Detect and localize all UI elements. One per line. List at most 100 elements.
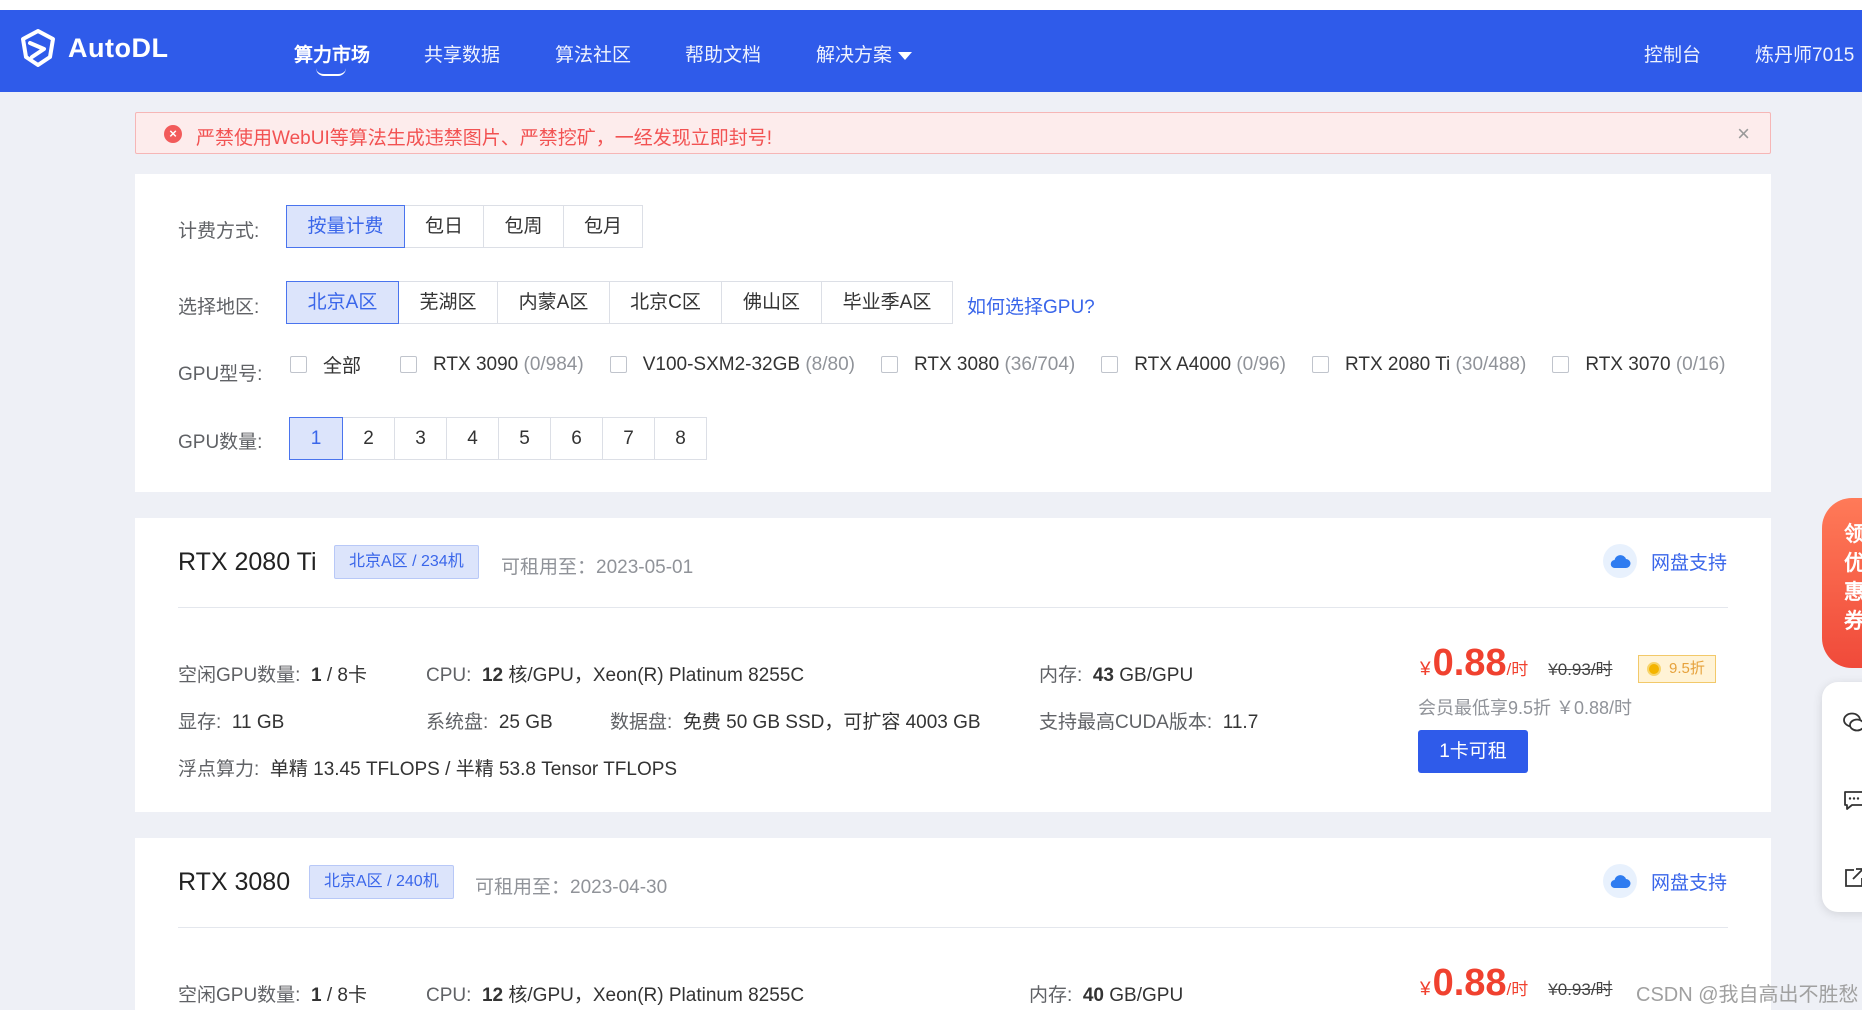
region-option-foshan[interactable]: 佛山区 [721,281,822,324]
spec-label: 空闲GPU数量: [178,665,301,686]
region-option-graduation-a[interactable]: 毕业季A区 [821,281,953,324]
gpu-type-checkbox-rtx2080ti[interactable]: RTX 2080 Ti (30/488) [1312,354,1526,376]
price-value: 0.88 [1432,642,1507,684]
top-nav: AutoDL 算力市场 共享数据 算法社区 帮助文档 解决方案 控制台 炼丹师7… [0,10,1862,92]
gpu-count-option[interactable]: 6 [550,417,603,460]
active-nav-indicator [316,68,346,76]
memory-spec: 内存: 40 GB/GPU [1029,980,1183,1007]
gpu-type-name: 全部 [323,356,362,377]
gpu-type-name: RTX A4000 [1134,353,1232,375]
nav-item-shared-data[interactable]: 共享数据 [424,40,500,67]
cpu-spec: CPU: 12 核/GPU，Xeon(R) Platinum 8255C [426,660,804,687]
region-option-wuhu[interactable]: 芜湖区 [398,281,498,324]
disk-support-label: 网盘支持 [1650,552,1727,574]
gpu-type-name: RTX 3080 [913,353,1000,375]
filter-panel: 计费方式: 按量计费 包日 包周 包月 选择地区: 北京A区 芜湖区 内蒙A区 … [135,174,1771,492]
rent-button[interactable]: 1卡可租 [1418,730,1528,773]
flops-spec: 浮点算力: 单精 13.45 TFLOPS / 半精 53.8 Tensor T… [178,754,677,781]
logo-text: AutoDL [68,32,169,63]
autodl-logo-icon [21,29,55,67]
wechat-icon[interactable] [1842,710,1862,734]
browser-top-strip [0,0,1862,10]
billing-option-monthly[interactable]: 包月 [563,205,643,248]
nav-item-solutions[interactable]: 解决方案 [816,40,913,67]
available-until: 可租用至：2023-04-30 [475,877,668,898]
checkbox-icon [400,356,418,373]
cuda-spec: 支持最高CUDA版本: 11.7 [1039,707,1258,734]
gpu-count-option[interactable]: 3 [394,417,447,460]
vram-spec: 显存: 11 GB [178,707,284,734]
cloud-icon [1602,544,1637,578]
gpu-type-checkbox-all[interactable]: 全部 [290,351,361,378]
gpu-type-count: (30/488) [1455,353,1527,375]
nav-label: 算力市场 [294,45,371,66]
cpu-detail: 核/GPU，Xeon(R) Platinum 8255C [503,985,805,1006]
nav-item-compute-market[interactable]: 算力市场 [294,40,371,76]
spec-label: 内存: [1029,985,1073,1006]
nav-item-algo-community[interactable]: 算法社区 [555,40,631,67]
price-block: ¥ 0.88 /时 ¥0.93/时 [1420,642,1613,685]
gpu-count-option[interactable]: 8 [654,417,707,460]
close-icon[interactable]: × [1737,121,1750,147]
billing-option-daily[interactable]: 包日 [404,205,484,248]
gpu-type-checkbox-rtx3070[interactable]: RTX 3070 (0/16) [1552,354,1725,376]
checkbox-icon [1312,356,1329,373]
region-option-beijing-a[interactable]: 北京A区 [286,281,399,324]
region-tag: 北京A区 / 240机 [309,865,454,899]
idle-gpu-value: 1 [311,665,322,686]
gpu-count-option[interactable]: 5 [498,417,551,460]
cpu-spec: CPU: 12 核/GPU，Xeon(R) Platinum 8255C [426,980,804,1007]
billing-option-payg[interactable]: 按量计费 [286,205,405,248]
gpu-type-checkbox-rtx3080[interactable]: RTX 3080 (36/704) [880,353,1075,376]
gpu-count-option[interactable]: 7 [602,417,655,460]
gpu-type-name: V100-SXM2-32GB [642,353,801,375]
gpu-type-checkbox-v100[interactable]: V100-SXM2-32GB (8/80) [609,353,855,376]
gpu-type-count: (0/96) [1236,353,1286,375]
gpu-count-option[interactable]: 1 [289,417,343,460]
region-option-beijing-c[interactable]: 北京C区 [609,281,722,324]
price-value: 0.88 [1432,962,1507,1004]
autodl-logo[interactable]: AutoDL [20,29,168,67]
spec-label: 支持最高CUDA版本: [1039,712,1213,733]
spec-label: 空闲GPU数量: [178,985,301,1006]
console-link[interactable]: 控制台 [1644,40,1701,67]
disk-support-link[interactable]: 网盘支持 [1602,544,1727,578]
coupon-floating-tab[interactable]: 领 优 惠 券 [1822,498,1862,668]
disk-support-link[interactable]: 网盘支持 [1602,864,1727,898]
nav-item-help-docs[interactable]: 帮助文档 [685,40,761,67]
caret-down-icon [898,51,913,60]
how-to-choose-gpu-link[interactable]: 如何选择GPU? [967,292,1095,319]
data-disk-value: 免费 50 GB SSD，可扩容 4003 GB [682,712,981,733]
gpu-count-label: GPU数量: [178,432,263,453]
csdn-watermark: CSDN @我自高出不胜愁 [1636,984,1859,1006]
gpu-type-count: (0/984) [523,353,584,375]
feedback-icon[interactable] [1842,788,1862,812]
error-icon: × [164,125,182,143]
gpu-type-checkbox-a4000[interactable]: RTX A4000 (0/96) [1101,354,1286,376]
idle-gpu-spec: 空闲GPU数量: 1 / 8卡 [178,980,367,1007]
billing-option-weekly[interactable]: 包周 [483,205,564,248]
spec-label: CPU: [426,985,472,1006]
currency-symbol: ¥ [1420,979,1431,1000]
checkbox-icon [609,356,627,373]
gpu-type-checkbox-rtx3090[interactable]: RTX 3090 (0/984) [400,354,584,376]
coin-icon [1647,662,1661,676]
memory-spec: 内存: 43 GB/GPU [1039,660,1193,687]
alert-text: 严禁使用WebUI等算法生成违禁图片、严禁挖矿，一经发现立即封号! [196,128,773,149]
region-option-neimeng-a[interactable]: 内蒙A区 [497,281,610,324]
gpu-count-option[interactable]: 4 [446,417,499,460]
cuda-value: 11.7 [1222,712,1259,733]
checkbox-icon [1552,356,1570,373]
gpu-count-option[interactable]: 2 [342,417,395,460]
user-menu[interactable]: 炼丹师7015 [1755,40,1854,67]
cpu-detail: 核/GPU，Xeon(R) Platinum 8255C [503,665,805,686]
vram-value: 11 GB [231,712,285,733]
gpu-type-name: RTX 3090 [433,353,519,375]
spec-label: 内存: [1039,665,1083,686]
external-link-icon[interactable] [1842,866,1862,890]
gpu-type-options: 全部 RTX 3090 (0/984) V100-SXM2-32GB (8/80… [155,351,1725,378]
memory-unit: GB/GPU [1103,985,1184,1006]
region-label: 选择地区: [178,297,260,318]
billing-options: 按量计费 包日 包周 包月 [286,205,643,248]
card-divider [178,927,1728,928]
